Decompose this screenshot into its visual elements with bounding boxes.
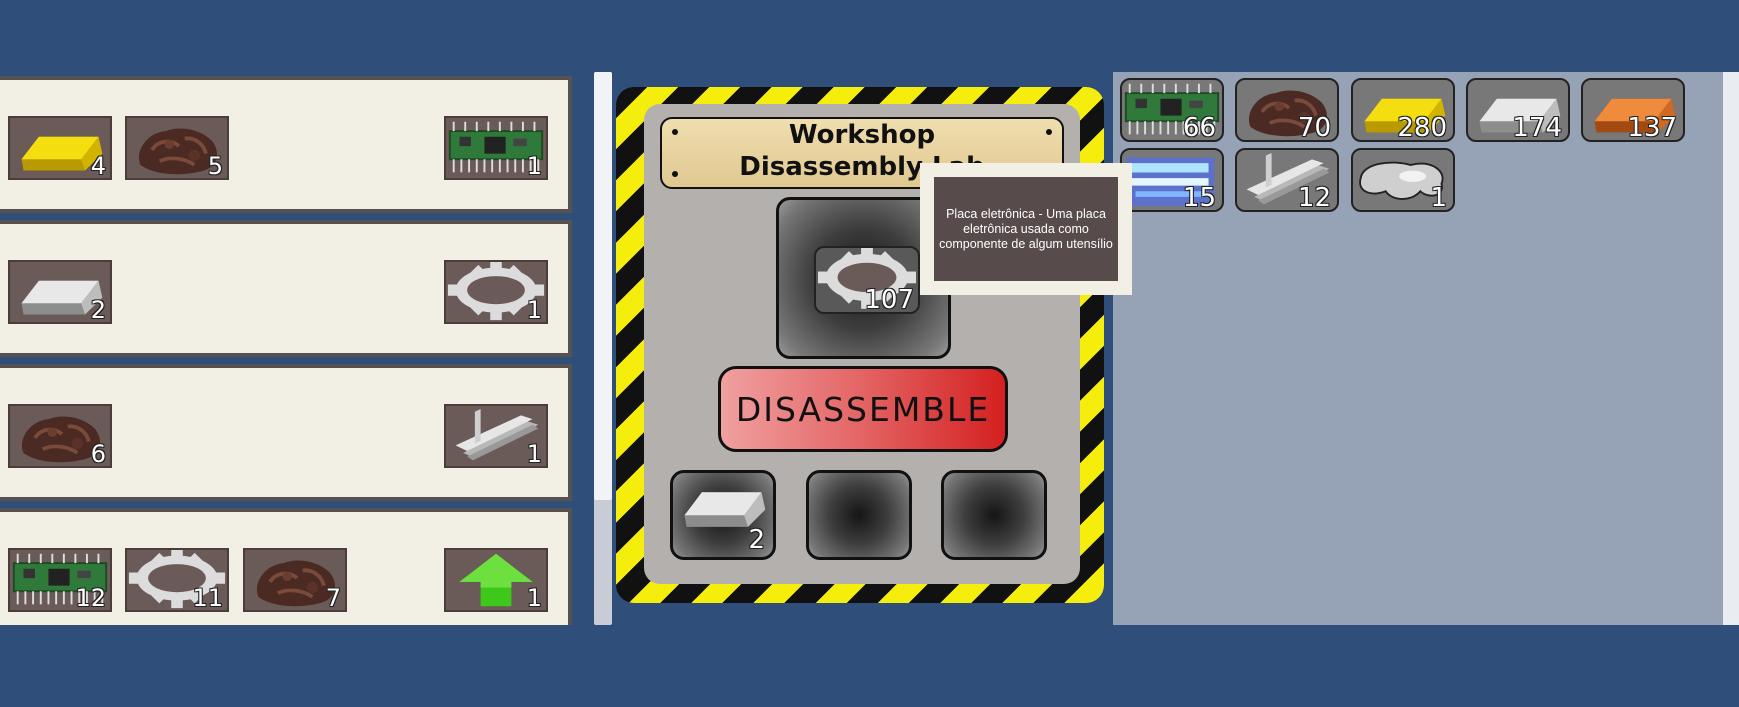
output-slot[interactable]: [941, 470, 1047, 560]
rivet-icon: [672, 171, 678, 177]
recipe-ingredient-slot: 2: [8, 260, 112, 324]
tooltip-text: Placa eletrônica - Uma placa eletrônica …: [934, 177, 1118, 281]
disassemble-button[interactable]: DISASSEMBLE: [718, 366, 1008, 452]
input-item[interactable]: 107: [814, 246, 920, 314]
inventory-slot[interactable]: 70: [1235, 78, 1339, 142]
output-slot[interactable]: [806, 470, 912, 560]
rivet-icon: [1046, 129, 1052, 135]
recipe-ingredient-slot: 7: [243, 548, 347, 612]
inventory-panel: 66 70 280 174 137 15 12 1: [1113, 72, 1723, 625]
inventory-slot[interactable]: 280: [1351, 78, 1455, 142]
inventory-slot[interactable]: 12: [1235, 148, 1339, 212]
inventory-slot[interactable]: 137: [1581, 78, 1685, 142]
recipe-row[interactable]: 4 5 1: [0, 76, 572, 213]
inventory-slot[interactable]: 15: [1120, 148, 1224, 212]
recipe-result-slot[interactable]: 1: [444, 404, 548, 468]
recipe-ingredient-slot: 11: [125, 548, 229, 612]
recipe-row[interactable]: 12 11 7 1: [0, 508, 572, 625]
recipe-ingredient-slot: 12: [8, 548, 112, 612]
recipe-scrollbar-thumb[interactable]: [594, 72, 612, 500]
recipe-result-slot[interactable]: 1: [444, 548, 548, 612]
item-tooltip: Placa eletrônica - Uma placa eletrônica …: [920, 163, 1132, 295]
recipe-ingredient-slot: 5: [125, 116, 229, 180]
recipe-list: 4 5 1 2 1 6 1 12 11 7 1: [0, 72, 572, 625]
inventory-slot[interactable]: 66: [1120, 78, 1224, 142]
recipe-ingredient-slot: 4: [8, 116, 112, 180]
recipe-row[interactable]: 2 1: [0, 220, 572, 357]
workshop-title: Workshop: [788, 120, 936, 150]
recipe-ingredient-slot: 6: [8, 404, 112, 468]
output-slot[interactable]: 2: [670, 470, 776, 560]
inventory-slot[interactable]: 174: [1466, 78, 1570, 142]
recipe-result-slot[interactable]: 1: [444, 260, 548, 324]
inventory-scrollbar[interactable]: [1723, 72, 1739, 625]
rivet-icon: [672, 129, 678, 135]
recipe-result-slot[interactable]: 1: [444, 116, 548, 180]
inventory-slot[interactable]: 1: [1351, 148, 1455, 212]
recipe-row[interactable]: 6 1: [0, 364, 572, 501]
